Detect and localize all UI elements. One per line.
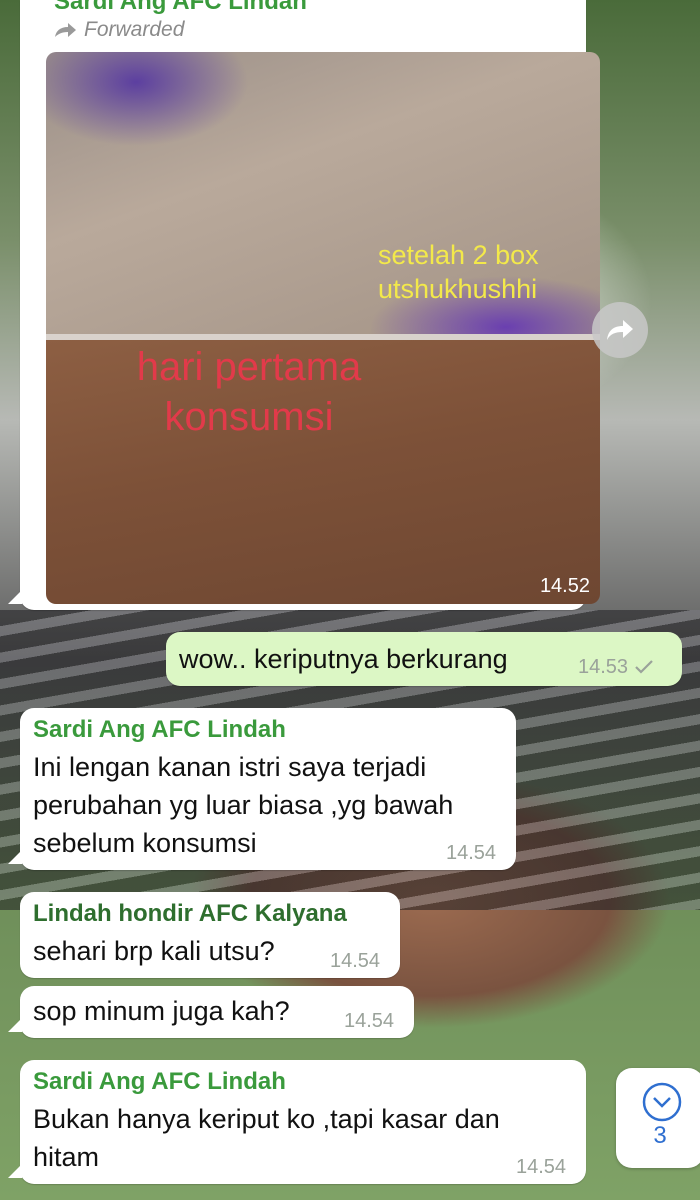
outgoing-message[interactable]: wow.. keriputnya berkurang 14.53 [166, 632, 682, 686]
message-sender: Lindah hondir AFC Kalyana [33, 900, 347, 927]
forward-arrow-icon [55, 23, 76, 37]
chevron-down-circle-icon [642, 1082, 682, 1122]
message-time: 14.54 [330, 950, 381, 972]
forwarded-text: Forwarded [84, 18, 185, 41]
photo-attachment[interactable]: setelah 2 box utshukhushhi hari pertama … [46, 52, 600, 604]
share-arrow-icon [607, 320, 633, 340]
message-sender: Sardi Ang AFC Lindah [33, 716, 286, 743]
incoming-message[interactable]: Lindah hondir AFC Kalyana sehari brp kal… [20, 892, 400, 978]
message-time: 14.52 [539, 575, 590, 597]
message-time: 14.54 [446, 842, 497, 864]
incoming-message[interactable]: sop minum juga kah? 14.54 [20, 986, 414, 1038]
bubble-tail [8, 590, 22, 604]
message-sender: Sardi Ang AFC Lindah [54, 0, 307, 15]
message-time: 14.54 [516, 1156, 567, 1178]
message-time: 14.54 [344, 1010, 395, 1032]
message-sender: Sardi Ang AFC Lindah [33, 1068, 286, 1095]
single-check-icon [634, 660, 653, 674]
bubble-tail [8, 1018, 22, 1032]
unread-count: 3 [653, 1122, 667, 1149]
photo-caption-before: hari pertama konsumsi [136, 345, 362, 439]
message-text: sop minum juga kah? [33, 996, 290, 1026]
forwarded-photo-message[interactable]: Sardi Ang AFC Lindah Forwarded setelah 2… [20, 0, 600, 610]
incoming-message[interactable]: Sardi Ang AFC Lindah Ini lengan kanan is… [20, 708, 516, 870]
message-text: Ini lengan kanan istri saya terjadi peru… [33, 752, 454, 858]
photo-caption-after: setelah 2 box utshukhushhi [378, 240, 539, 304]
forwarded-label: Forwarded [54, 18, 184, 42]
message-text: sehari brp kali utsu? [33, 936, 275, 966]
time-text: 14.53 [578, 656, 629, 678]
share-button[interactable] [592, 302, 648, 358]
message-text: wow.. keriputnya berkurang [179, 644, 508, 674]
bubble-tail [8, 1164, 22, 1178]
incoming-message[interactable]: Sardi Ang AFC Lindah Bukan hanya keriput… [20, 1060, 586, 1184]
message-time: 14.53 [578, 656, 654, 679]
bubble-tail [8, 850, 22, 864]
message-text: Bukan hanya keriput ko ,tapi kasar dan h… [33, 1104, 500, 1172]
scroll-to-bottom-button[interactable]: 3 [616, 1068, 700, 1168]
